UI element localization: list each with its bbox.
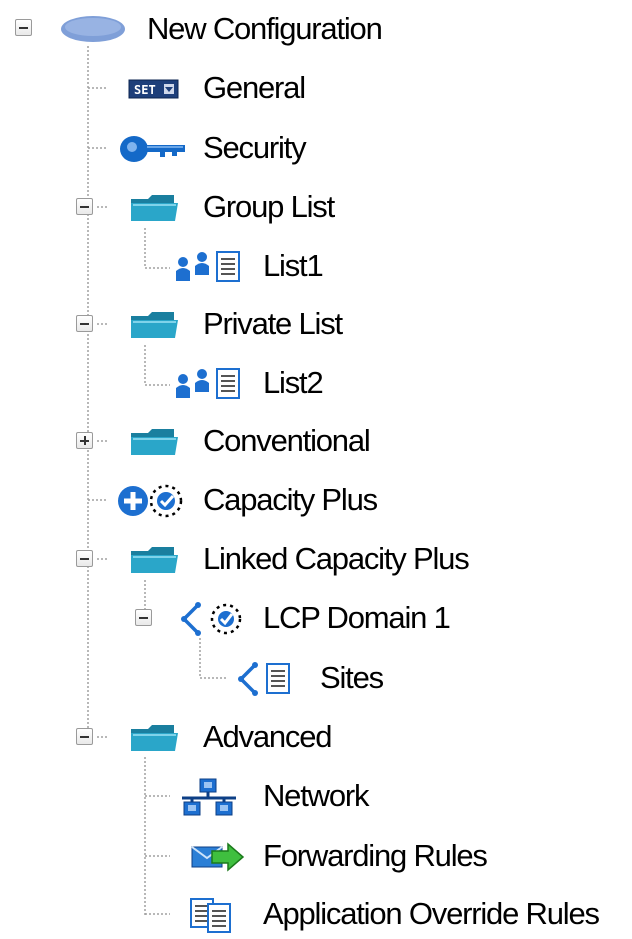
tree-node-sites[interactable]: Sites: [0, 653, 420, 703]
tree-node-label: Conventional: [203, 423, 371, 458]
collapse-toggle[interactable]: [76, 198, 93, 215]
folder-icon: [131, 725, 178, 751]
svg-text:SET: SET: [134, 83, 156, 97]
tree-node-list1[interactable]: List1: [0, 241, 360, 291]
tree-node-new-configuration[interactable]: New Configuration: [0, 4, 420, 54]
tree-node-advanced[interactable]: Advanced: [0, 712, 380, 762]
set-icon: SET: [128, 79, 179, 99]
forwarding-icon: [191, 842, 245, 872]
tree-node-private-list[interactable]: Private List: [0, 299, 380, 349]
tree-node-label: Private List: [203, 306, 343, 341]
tree-node-lcp-domain-1[interactable]: LCP Domain 1: [0, 593, 500, 643]
documents-icon: [190, 898, 231, 933]
tree-node-label: Group List: [203, 189, 335, 224]
lcp-domain-icon: [181, 602, 242, 636]
user-list-icon: [176, 251, 240, 282]
tree-node-application-override-rules[interactable]: Application Override Rules: [0, 889, 632, 939]
tree-node-conventional[interactable]: Conventional: [0, 416, 400, 466]
tree-node-label: LCP Domain 1: [263, 600, 451, 635]
tree-node-label: Linked Capacity Plus: [203, 541, 470, 576]
collapse-toggle[interactable]: [15, 19, 32, 36]
tree-node-linked-capacity-plus[interactable]: Linked Capacity Plus: [0, 534, 520, 584]
tree-node-label: General: [203, 70, 306, 105]
expand-toggle[interactable]: [76, 432, 93, 449]
tree-node-label: Advanced: [203, 719, 332, 754]
tree-node-label: New Configuration: [147, 11, 383, 46]
configuration-tree: New Configuration SET General Security G: [0, 0, 632, 933]
folder-icon: [131, 547, 178, 573]
tree-node-capacity-plus[interactable]: Capacity Plus: [0, 475, 400, 525]
tree-node-security[interactable]: Security: [0, 123, 340, 173]
tree-node-label: Forwarding Rules: [263, 838, 488, 873]
tree-node-label: Security: [203, 130, 307, 165]
user-list-icon: [176, 368, 240, 399]
tree-node-label: Network: [263, 778, 370, 813]
sites-icon: [238, 662, 290, 696]
tree-node-forwarding-rules[interactable]: Forwarding Rules: [0, 831, 520, 881]
tree-node-label: List1: [263, 248, 324, 283]
network-icon: [182, 778, 236, 816]
collapse-toggle[interactable]: [135, 609, 152, 626]
tree-node-label: Sites: [320, 660, 384, 695]
tree-node-general[interactable]: SET General: [0, 63, 340, 113]
folder-icon: [131, 312, 178, 338]
tree-node-label: Application Override Rules: [263, 896, 600, 931]
tree-node-network[interactable]: Network: [0, 771, 420, 821]
key-icon: [120, 136, 185, 162]
collapse-toggle[interactable]: [76, 315, 93, 332]
folder-icon: [131, 195, 178, 221]
tree-node-label: Capacity Plus: [203, 482, 378, 517]
tree-node-label: List2: [263, 365, 324, 400]
collapse-toggle[interactable]: [76, 550, 93, 567]
folder-icon: [131, 429, 178, 455]
tree-node-group-list[interactable]: Group List: [0, 182, 360, 232]
capacity-plus-icon: [118, 484, 183, 518]
collapse-toggle[interactable]: [76, 728, 93, 745]
tree-node-list2[interactable]: List2: [0, 358, 360, 408]
cloud-icon: [61, 16, 125, 42]
